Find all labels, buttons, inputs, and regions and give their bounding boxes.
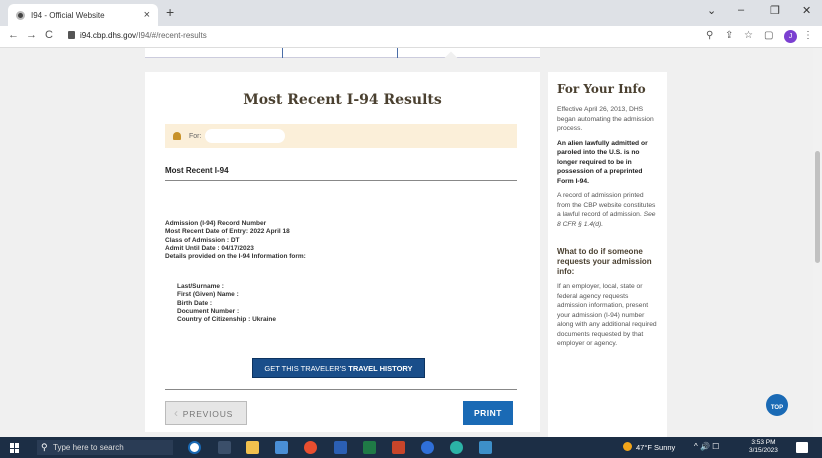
powerpoint-icon[interactable] [392,441,405,454]
system-tray-icons[interactable]: ^ 🔊 ☐ [694,442,719,451]
weather-widget[interactable]: 47°F Sunny [623,442,675,452]
sun-icon [623,442,632,451]
chevron-left-icon: ‹ [174,406,179,420]
page-viewport: Most Recent I-94 Results For: Most Recen… [0,48,822,437]
travel-history-button[interactable]: GET THIS TRAVELER'S TRAVEL HISTORY [252,358,425,378]
weather-condition: Sunny [654,443,676,452]
windows-start-icon[interactable] [10,443,20,453]
photos-icon[interactable] [479,441,492,454]
profile-avatar[interactable]: J [784,30,797,43]
sidebar-subheading: What to do if someone requests your admi… [557,247,652,276]
edge-icon[interactable] [450,441,463,454]
results-card: Most Recent I-94 Results For: Most Recen… [145,72,540,432]
zoom-icon[interactable]: ⚲ [706,30,713,41]
chrome-icon[interactable] [304,441,317,454]
search-icon: ⚲ [41,442,48,452]
bookmark-star-icon[interactable]: ☆ [744,30,753,41]
sidebar-paragraph: If an employer, local, state or federal … [557,283,657,347]
restore-button[interactable]: ❐ [770,4,780,17]
traveler-line: Country of Citizenship : Ukraine [177,316,276,324]
tab-title: I94 - Official Website [31,10,105,20]
windows-taskbar: ⚲ Type here to search 47°F Sunny ^ 🔊 ☐ 3… [0,437,822,458]
page-title: Most Recent I-94 Results [243,92,442,108]
reload-button[interactable]: C [45,29,53,41]
tab-search-chevron-icon[interactable]: ⌄ [707,4,716,17]
traveler-line: First (Given) Name : [177,291,239,299]
detail-line: Details provided on the I-94 Information… [165,253,306,261]
info-sidebar: For Your Info Effective April 26, 2013, … [548,72,667,437]
address-bar-row: ← → C i94.cbp.dhs.gov/I94/#/recent-resul… [0,26,822,48]
browser-tab-bar: I94 - Official Website × + ⌄ – ❐ ✕ [0,0,822,26]
traveler-line: Birth Date : [177,299,213,307]
mail-icon[interactable] [421,441,434,454]
page-scrollbar[interactable] [813,48,822,437]
sidebar-p3-text: A record of admission printed from the C… [557,192,656,218]
sidebar-paragraph-bold: An alien lawfully admitted or paroled in… [557,139,648,185]
store-icon[interactable] [275,441,288,454]
lock-icon [68,31,75,39]
back-button[interactable]: ← [8,29,19,41]
sidebar-title: For Your Info [557,82,646,96]
url-field[interactable]: i94.cbp.dhs.gov/I94/#/recent-results [80,31,207,40]
back-to-top-button[interactable]: TOP [766,394,788,416]
close-window-button[interactable]: ✕ [802,4,811,17]
forward-button[interactable]: → [26,29,37,41]
taskbar-search-input[interactable]: ⚲ Type here to search [37,440,173,455]
detail-line: Admit Until Date : 04/17/2023 [165,244,254,252]
travel-history-bold: TRAVEL HISTORY [348,364,413,373]
sidebar-panel-icon[interactable]: ▢ [764,30,773,41]
user-icon [173,132,181,140]
excel-icon[interactable] [363,441,376,454]
nav-separator [282,48,283,58]
task-view-icon[interactable] [218,441,231,454]
browser-tab[interactable]: I94 - Official Website × [8,4,158,26]
temperature: 47°F [636,443,652,452]
travel-history-prefix: GET THIS TRAVELER'S [264,364,349,373]
previous-button[interactable]: ‹ PREVIOUS [165,401,247,425]
nav-separator [397,48,398,58]
for-traveler-box: For: [165,124,517,148]
browser-menu-icon[interactable]: ⋮ [803,30,813,41]
print-button[interactable]: PRINT [463,401,513,425]
taskbar-clock[interactable]: 3:53 PM 3/15/2023 [749,439,778,455]
new-tab-button[interactable]: + [166,4,174,20]
for-label: For: [189,132,202,140]
share-icon[interactable]: ⇪ [725,30,733,41]
url-host: i94.cbp.dhs.gov [80,31,137,40]
detail-line: Class of Admission : DT [165,236,240,244]
tab-close-icon[interactable]: × [144,9,150,21]
url-path: /I94/#/recent-results [136,31,207,40]
word-icon[interactable] [334,441,347,454]
sidebar-paragraph: A record of admission printed from the C… [557,191,658,229]
detail-line: Most Recent Date of Entry: 2022 April 18 [165,228,290,236]
notification-icon[interactable] [796,442,808,453]
divider [165,389,517,390]
traveler-info: Last/Surname : First (Given) Name : Birt… [177,283,276,324]
search-placeholder: Type here to search [53,443,124,452]
clock-time: 3:53 PM [751,439,776,446]
detail-line: Admission (I-94) Record Number [165,220,267,227]
redacted-name [205,129,286,143]
scrollbar-thumb[interactable] [815,151,820,263]
top-nav-strip [145,48,540,69]
previous-label: PREVIOUS [182,409,234,419]
minimize-button[interactable]: – [738,4,744,16]
traveler-line: Document Number : [177,307,240,315]
active-nav-indicator [442,51,460,69]
admission-details: Admission (I-94) Record Number Most Rece… [165,220,306,261]
bing-icon[interactable] [188,441,201,454]
site-favicon-icon [16,10,25,20]
file-explorer-icon[interactable] [246,441,259,454]
sidebar-paragraph: Effective April 26, 2013, DHS began auto… [557,106,654,132]
section-heading: Most Recent I-94 [165,166,517,181]
clock-date: 3/15/2023 [749,447,778,454]
traveler-line: Last/Surname : [177,283,224,290]
